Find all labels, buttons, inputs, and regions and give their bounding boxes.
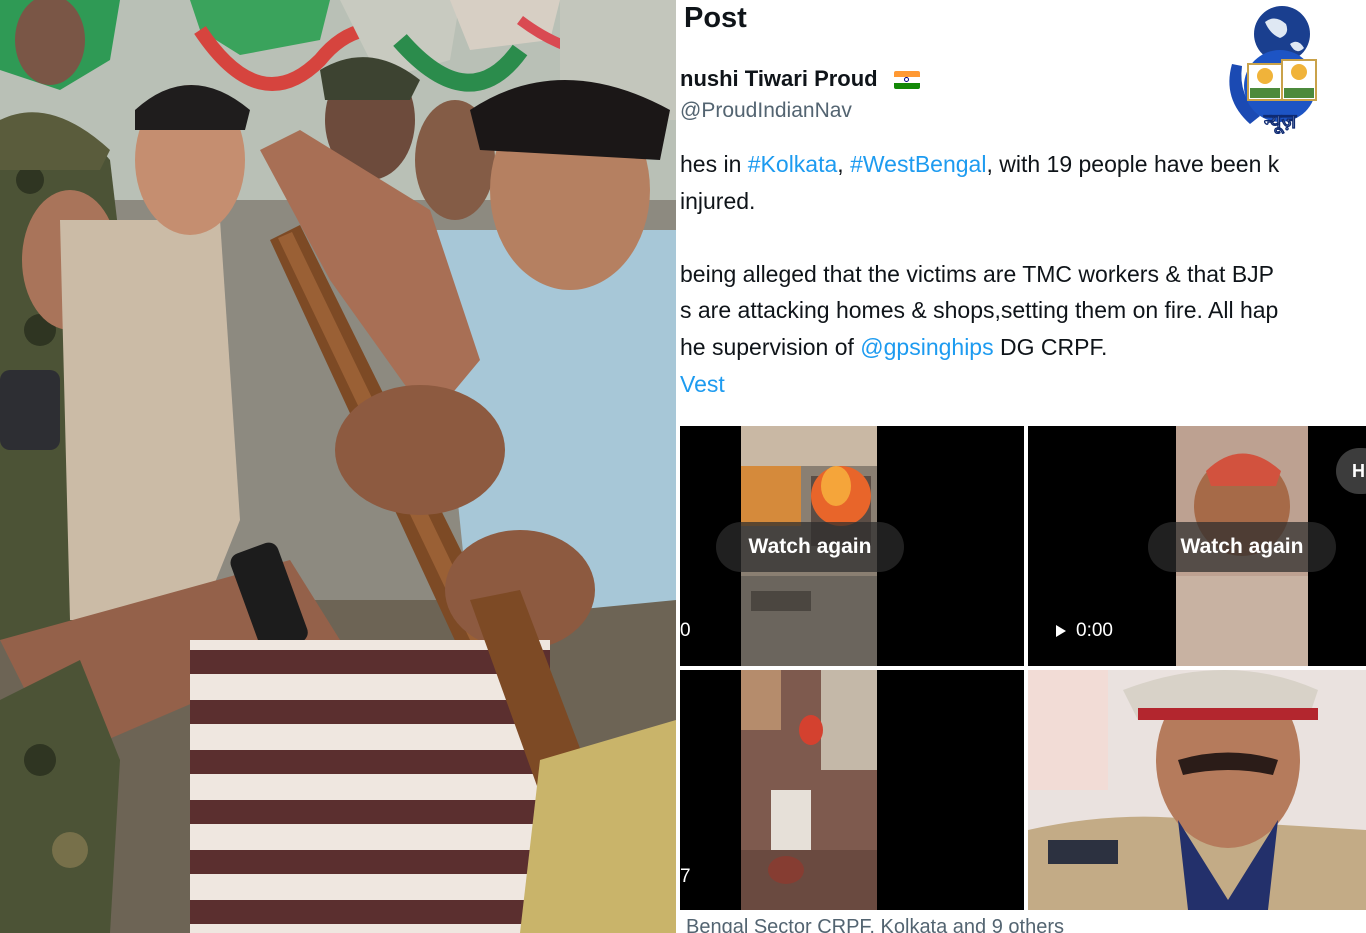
tweet-line: being alleged that the victims are TMC w…: [680, 256, 1366, 293]
author-name[interactable]: nushi Tiwari Proud: [680, 66, 878, 92]
quality-badge[interactable]: H: [1336, 448, 1366, 494]
india-flag-icon: [894, 71, 920, 89]
video-thumbnail-2[interactable]: Watch again 0:00 H: [1028, 426, 1366, 666]
video-timestamp: 7: [680, 866, 691, 887]
tweet-text: injured.: [680, 187, 756, 214]
image-thumbnail-4[interactable]: [1028, 670, 1366, 910]
tweet-line: he supervision of @gpsinghips DG CRPF.: [680, 329, 1366, 366]
play-icon[interactable]: [1056, 625, 1066, 637]
tweet-text: hes in: [680, 151, 748, 177]
video-timestamp: 0:00: [1056, 620, 1113, 642]
tweet-text: he supervision of: [680, 333, 861, 360]
tagged-users[interactable]: Bengal Sector CRPF, Kolkata and 9 others: [686, 916, 1064, 933]
tweet-line: s are attacking homes & shops,setting th…: [680, 292, 1366, 329]
hashtag-link[interactable]: #Kolkata: [748, 151, 838, 177]
mention-link[interactable]: @gpsinghips: [860, 334, 993, 360]
news-logo: न्यूज़: [1220, 4, 1340, 134]
video-thumbnail-3[interactable]: 7: [680, 670, 1024, 910]
tweet-text: DG CRPF.: [993, 333, 1108, 360]
video-timestamp: 0: [680, 620, 691, 641]
watch-again-button[interactable]: Watch again: [1148, 522, 1336, 572]
tweet-text: ,: [837, 151, 851, 177]
tweet-text: , with 19 people have been k: [986, 151, 1280, 177]
tweet-line: Vest: [680, 366, 1366, 403]
tweet-text: s are attacking homes & shops,setting th…: [680, 297, 1279, 324]
globe-news-logo-icon: न्यूज़: [1229, 6, 1317, 134]
scuffle-photo: [0, 0, 676, 933]
logo-text: न्यूज़: [1263, 109, 1298, 134]
tweet-body: hes in #Kolkata, #WestBengal, with 19 pe…: [680, 146, 1366, 402]
tweet-screenshot: Post nushi Tiwari Proud @ProudIndianNav …: [680, 0, 1366, 933]
video-thumbnail-1[interactable]: Watch again 0: [680, 426, 1024, 666]
officer-portrait-icon: [1028, 670, 1366, 910]
crowd-scuffle-photo-icon: [0, 0, 676, 933]
video-frame: [741, 670, 877, 910]
tweet-line: hes in #Kolkata, #WestBengal, with 19 pe…: [680, 146, 1366, 183]
hashtag-link[interactable]: #WestBengal: [850, 151, 986, 177]
page-title: Post: [684, 2, 747, 34]
watch-again-button[interactable]: Watch again: [716, 522, 904, 572]
hashtag-link[interactable]: Vest: [680, 371, 725, 397]
author-handle[interactable]: @ProudIndianNav: [680, 99, 852, 123]
tweet-line: injured.: [680, 183, 1366, 220]
tweet-text: being alleged that the victims are TMC w…: [680, 260, 1275, 287]
